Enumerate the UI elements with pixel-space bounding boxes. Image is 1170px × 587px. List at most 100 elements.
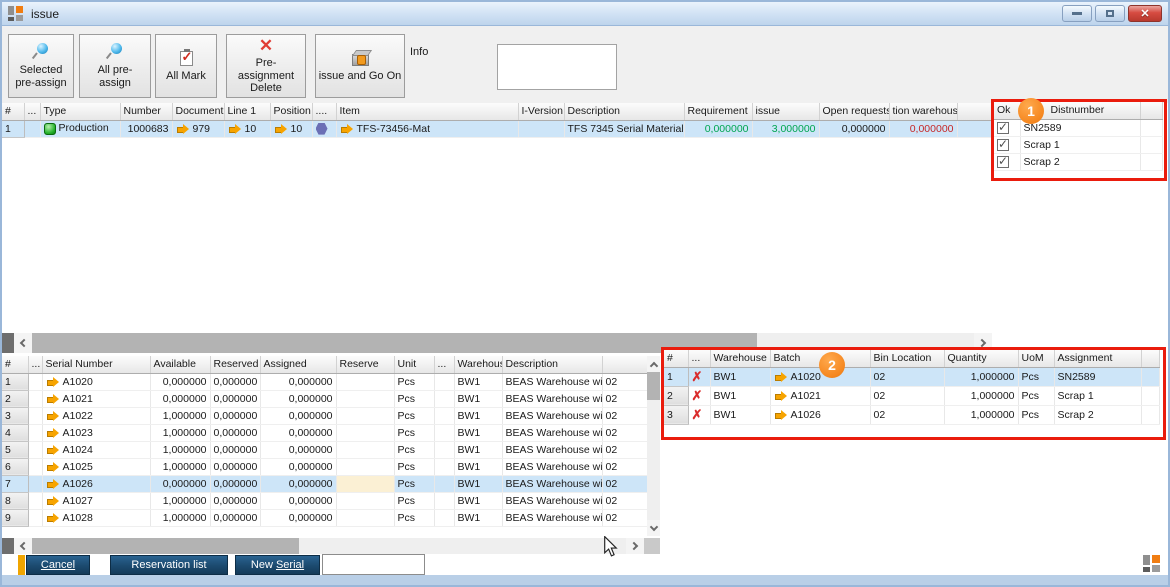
orange-link-arrow-icon[interactable] — [46, 496, 60, 506]
red-cross-icon[interactable]: ✗ — [692, 369, 703, 384]
cell-reserve[interactable] — [336, 441, 394, 458]
orange-link-arrow-icon[interactable] — [340, 124, 354, 134]
column-header-requirement[interactable]: Requirement — [684, 103, 752, 120]
scroll-up-button[interactable] — [647, 356, 660, 372]
pre-assignment-delete-button[interactable]: ✕ Pre-assignment Delete — [226, 34, 306, 98]
serial-row[interactable]: 3 A1022 1,000000 0,000000 0,000000 Pcs B… — [2, 407, 647, 424]
column-header-assigned[interactable]: Assigned — [260, 356, 336, 373]
cell-reserve[interactable] — [336, 458, 394, 475]
column-header-bin-location[interactable] — [602, 356, 647, 373]
orange-link-arrow-icon[interactable] — [46, 462, 60, 472]
column-header-number-sign[interactable]: # — [664, 350, 688, 367]
serials-vertical-scrollbar[interactable] — [647, 356, 660, 536]
orange-link-arrow-icon[interactable] — [46, 394, 60, 404]
serial-row[interactable]: 7 A1026 0,000000 0,000000 0,000000 Pcs B… — [2, 475, 647, 492]
column-header-number-sign[interactable]: # — [2, 103, 24, 120]
serial-row[interactable]: 1 A1020 0,000000 0,000000 0,000000 Pcs B… — [2, 373, 647, 390]
all-mark-button[interactable]: All Mark — [155, 34, 217, 98]
orange-link-arrow-icon[interactable] — [274, 124, 288, 134]
serial-row[interactable]: 6 A1025 1,000000 0,000000 0,000000 Pcs B… — [2, 458, 647, 475]
cell-reserve[interactable] — [336, 509, 394, 526]
red-cross-icon[interactable]: ✗ — [692, 407, 703, 422]
column-header-document[interactable]: Document — [172, 103, 224, 120]
scrollbar-thumb[interactable] — [32, 333, 757, 353]
new-serial-button[interactable]: New Serial — [235, 555, 320, 575]
scroll-left-button[interactable] — [14, 333, 32, 353]
checked-checkbox[interactable] — [997, 122, 1009, 134]
checked-checkbox[interactable] — [997, 156, 1009, 168]
table-row[interactable]: 1 Production 1000683 979 10 10 TFS-73456… — [2, 120, 993, 137]
assignment-row[interactable]: 3 ✗ BW1 A1026 02 1,000000 Pcs Scrap 2 — [664, 405, 1159, 424]
column-header-number-sign[interactable]: # — [2, 356, 28, 373]
orange-link-arrow-icon[interactable] — [46, 513, 60, 523]
info-textarea[interactable] — [497, 44, 617, 90]
serial-row[interactable]: 8 A1027 1,000000 0,000000 0,000000 Pcs B… — [2, 492, 647, 509]
column-header-line1[interactable]: Line 1 — [224, 103, 270, 120]
orange-link-arrow-icon[interactable] — [46, 479, 60, 489]
column-header-assignment[interactable]: Assignment — [1054, 350, 1141, 367]
column-header-warehouse[interactable]: Warehouse — [710, 350, 770, 367]
issue-and-go-on-button[interactable]: issue and Go On — [315, 34, 405, 98]
column-header-quantity[interactable]: Quantity — [944, 350, 1018, 367]
cell-reserve[interactable] — [336, 424, 394, 441]
cell-reserve[interactable] — [336, 492, 394, 509]
maximize-button[interactable] — [1095, 5, 1125, 22]
column-header-reservation-warehouse[interactable]: tion warehouse r — [889, 103, 957, 120]
cell-reserve[interactable] — [336, 373, 394, 390]
serial-row[interactable]: 9 A1028 1,000000 0,000000 0,000000 Pcs B… — [2, 509, 647, 526]
column-header-dots2[interactable]: ... — [434, 356, 454, 373]
column-header-serial-number[interactable]: Serial Number — [42, 356, 150, 373]
column-header-ok[interactable]: Ok — [994, 102, 1020, 119]
column-header-warehouse[interactable]: Warehouse — [454, 356, 502, 373]
scrollbar-track[interactable] — [647, 400, 660, 520]
serial-row[interactable]: 2 A1021 0,000000 0,000000 0,000000 Pcs B… — [2, 390, 647, 407]
column-header-dots[interactable]: ... — [28, 356, 42, 373]
orange-link-arrow-icon[interactable] — [46, 428, 60, 438]
reservation-list-button[interactable]: Reservation list — [110, 555, 228, 575]
cell-reserve[interactable] — [336, 390, 394, 407]
column-header-description[interactable]: Description — [502, 356, 602, 373]
cancel-button[interactable]: Cancel — [26, 555, 90, 575]
column-header-open-requests[interactable]: Open requests — [819, 103, 889, 120]
column-header-type[interactable]: Type — [40, 103, 120, 120]
title-bar[interactable]: issue ✕ — [2, 2, 1168, 26]
close-button[interactable]: ✕ — [1128, 5, 1162, 22]
column-header-available[interactable]: Available — [150, 356, 210, 373]
column-header-reserve[interactable]: Reserve — [336, 356, 394, 373]
orange-link-arrow-icon[interactable] — [774, 410, 788, 420]
assignment-row[interactable]: 1 ✗ BW1 A1020 02 1,000000 Pcs SN2589 — [664, 367, 1159, 386]
scrollbar-track[interactable] — [299, 538, 626, 554]
scrollbar-thumb[interactable] — [32, 538, 299, 554]
column-header-unit[interactable]: Unit — [394, 356, 434, 373]
column-header-number[interactable]: Number — [120, 103, 172, 120]
distnumber-row[interactable]: Scrap 2 — [994, 153, 1162, 170]
distnumber-row[interactable]: SN2589 — [994, 119, 1162, 136]
selected-pre-assign-button[interactable]: Selected pre-assign — [8, 34, 74, 98]
scroll-down-button[interactable] — [647, 520, 660, 536]
column-header-description[interactable]: Description — [564, 103, 684, 120]
orange-link-arrow-icon[interactable] — [46, 445, 60, 455]
orange-link-arrow-icon[interactable] — [228, 124, 242, 134]
checked-checkbox[interactable] — [997, 139, 1009, 151]
column-header-uom[interactable]: UoM — [1018, 350, 1054, 367]
all-pre-assign-button[interactable]: All pre-assign — [79, 34, 151, 98]
serial-input[interactable] — [322, 554, 425, 575]
orange-link-arrow-icon[interactable] — [46, 411, 60, 421]
orange-link-arrow-icon[interactable] — [774, 372, 788, 382]
column-header-dots[interactable]: ... — [688, 350, 710, 367]
assignment-row[interactable]: 2 ✗ BW1 A1021 02 1,000000 Pcs Scrap 1 — [664, 386, 1159, 405]
serial-row[interactable]: 5 A1024 1,000000 0,000000 0,000000 Pcs B… — [2, 441, 647, 458]
scrollbar-thumb[interactable] — [647, 372, 660, 400]
cell-reserve[interactable] — [336, 475, 394, 492]
column-header-reserved[interactable]: Reserved — [210, 356, 260, 373]
scroll-right-button[interactable] — [626, 538, 644, 554]
column-header-issue[interactable]: issue — [752, 103, 819, 120]
orange-link-arrow-icon[interactable] — [774, 391, 788, 401]
serials-horizontal-scrollbar[interactable] — [2, 538, 660, 554]
column-header-dots[interactable]: ... — [24, 103, 40, 120]
orange-link-arrow-icon[interactable] — [176, 124, 190, 134]
cell-reserve[interactable] — [336, 407, 394, 424]
serial-row[interactable]: 4 A1023 1,000000 0,000000 0,000000 Pcs B… — [2, 424, 647, 441]
orange-link-arrow-icon[interactable] — [46, 377, 60, 387]
scroll-left-button[interactable] — [14, 538, 32, 554]
